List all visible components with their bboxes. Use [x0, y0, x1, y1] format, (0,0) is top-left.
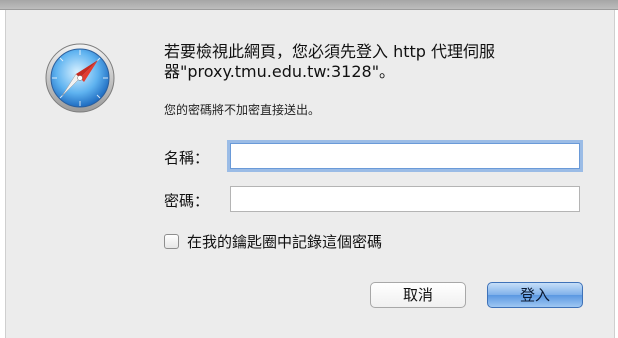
window-title-bar-edge	[0, 0, 618, 10]
safari-compass-icon	[45, 43, 115, 113]
password-label: 密碼：	[164, 192, 210, 210]
remember-password-checkbox[interactable]	[164, 234, 179, 249]
username-input[interactable]	[230, 143, 580, 169]
login-button[interactable]: 登入	[487, 282, 583, 308]
cancel-button[interactable]: 取消	[370, 282, 466, 308]
dialog-info-text: 您的密碼將不加密直接送出。	[164, 103, 321, 117]
password-input[interactable]	[230, 186, 580, 212]
username-label: 名稱：	[164, 149, 210, 167]
remember-password-label[interactable]: 在我的鑰匙圈中記錄這個密碼	[187, 231, 382, 252]
dialog-message: 若要檢視此網頁，您必須先登入 http 代理伺服 器"proxy.tmu.edu…	[164, 42, 496, 81]
